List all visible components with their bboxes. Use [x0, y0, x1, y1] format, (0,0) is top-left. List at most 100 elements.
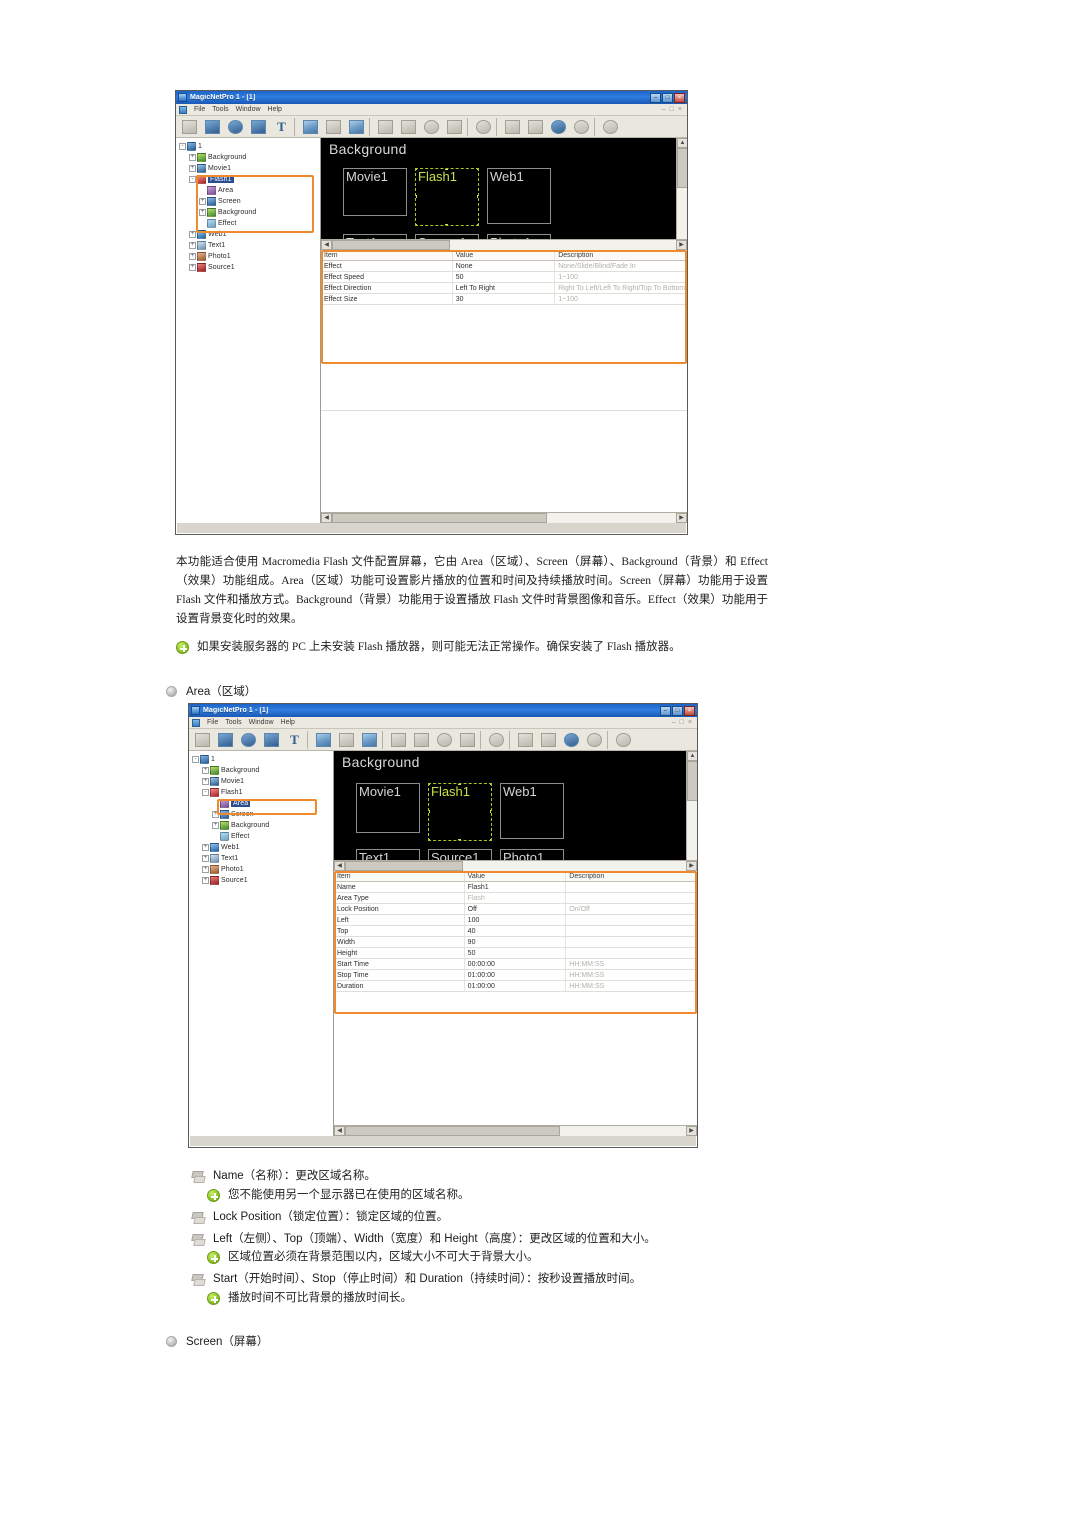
refresh-icon[interactable] [485, 730, 508, 750]
expand-icon[interactable]: + [189, 242, 196, 249]
property-row[interactable]: Lock Position Off On/Off [334, 904, 697, 915]
tree-item-background-6[interactable]: + Background [192, 820, 333, 831]
scroll-left-arrow[interactable]: ◀ [334, 861, 345, 871]
canvas-box-source1[interactable]: Source1 [415, 234, 479, 239]
scroll-left-arrow[interactable]: ◀ [321, 240, 332, 250]
property-value[interactable]: Off [465, 904, 567, 914]
menu-window[interactable]: Window [249, 719, 274, 726]
redo-icon[interactable] [570, 117, 593, 137]
canvas-horizontal-scrollbar[interactable]: ◀ ▶ [334, 860, 697, 871]
properties-horizontal-scrollbar[interactable]: ◀ ▶ [334, 1125, 697, 1136]
expand-icon[interactable]: + [189, 165, 196, 172]
mdi-minimize-button[interactable]: – [672, 719, 676, 726]
property-value[interactable]: 50 [453, 272, 556, 282]
close-button[interactable]: × [674, 92, 685, 103]
property-value[interactable]: 00:00:00 [465, 959, 567, 969]
layout-canvas-panel[interactable]: Background Movie1 Flash1 Web1 [334, 751, 697, 1136]
menu-file[interactable]: File [207, 719, 218, 726]
canvas-box-movie1[interactable]: Movie1 [343, 168, 407, 216]
expand-icon[interactable]: + [189, 253, 196, 260]
resize-handle[interactable] [429, 839, 430, 840]
canvas-box-photo1[interactable]: Photo1 [487, 234, 551, 239]
scroll-thumb[interactable] [687, 761, 697, 801]
scroll-up-arrow[interactable]: ▲ [677, 138, 687, 148]
property-value[interactable]: 100 [465, 915, 567, 925]
property-row[interactable]: Top 40 [334, 926, 697, 937]
schedule-remove-icon[interactable] [537, 730, 560, 750]
expand-icon[interactable]: + [202, 866, 209, 873]
photo-icon[interactable] [345, 117, 368, 137]
scroll-thumb[interactable] [345, 861, 463, 871]
mdi-minimize-button[interactable]: – [662, 106, 666, 113]
refresh-icon[interactable] [472, 117, 495, 137]
tree-item-background-6[interactable]: + Background [179, 207, 320, 218]
text-icon[interactable]: T [270, 117, 293, 137]
undo-icon[interactable] [547, 117, 570, 137]
monitor-icon[interactable] [201, 117, 224, 137]
close-button[interactable]: × [684, 705, 695, 716]
scroll-up-arrow[interactable]: ▲ [687, 751, 697, 761]
resize-handle[interactable] [429, 784, 430, 785]
canvas-vertical-scrollbar[interactable]: ▲ [686, 751, 697, 860]
scroll-track[interactable] [332, 513, 676, 523]
property-value[interactable]: 01:00:00 [465, 970, 567, 980]
photo-icon[interactable] [358, 730, 381, 750]
column-header[interactable]: Description [555, 250, 687, 260]
property-row[interactable]: Stop Time 01:00:00 HH:MM:SS [334, 970, 697, 981]
tree-item-source1-11[interactable]: + Source1 [179, 262, 320, 273]
property-row[interactable]: Name Flash1 [334, 882, 697, 893]
scroll-track[interactable] [332, 240, 676, 250]
property-value[interactable]: Flash1 [465, 882, 567, 892]
scroll-thumb[interactable] [332, 513, 547, 523]
menu-help[interactable]: Help [268, 106, 282, 113]
property-value[interactable]: Flash [465, 893, 567, 903]
info-icon[interactable] [599, 117, 622, 137]
tree-item-effect-7[interactable]: Effect [192, 831, 333, 842]
mdi-document-icon[interactable] [192, 718, 200, 727]
text-icon[interactable]: T [283, 730, 306, 750]
canvas-box-movie1[interactable]: Movie1 [356, 783, 420, 833]
tree-item-1-0[interactable]: -1 [179, 141, 320, 152]
expand-icon[interactable]: + [202, 767, 209, 774]
tree-item-text1-9[interactable]: + Text1 [179, 240, 320, 251]
toolbar[interactable]: T [176, 116, 687, 138]
tree-item-screen-5[interactable]: + Screen [192, 809, 333, 820]
expand-icon[interactable]: + [202, 844, 209, 851]
collapse-icon[interactable]: - [189, 176, 196, 183]
align-left-icon[interactable] [387, 730, 410, 750]
expand-icon[interactable]: + [189, 154, 196, 161]
image-icon[interactable] [312, 730, 335, 750]
resize-handle[interactable] [445, 224, 448, 225]
menu-tools[interactable]: Tools [212, 106, 228, 113]
menu-help[interactable]: Help [281, 719, 295, 726]
resize-handle[interactable] [416, 195, 417, 198]
property-row[interactable]: Start Time 00:00:00 HH:MM:SS [334, 959, 697, 970]
scroll-track[interactable] [345, 1126, 686, 1136]
resize-handle[interactable] [458, 784, 461, 785]
zoom-icon[interactable] [433, 730, 456, 750]
object-tree[interactable]: -1 + Background + Movie1- Flash1 Area + Screen + B… [176, 138, 320, 273]
collapse-icon[interactable]: - [202, 789, 209, 796]
canvas-box-web1[interactable]: Web1 [487, 168, 551, 224]
scroll-thumb[interactable] [332, 240, 450, 250]
object-tree-panel[interactable]: -1 + Background + Movie1- Flash1 Area + Screen + B… [176, 138, 321, 523]
align-right-icon[interactable] [397, 117, 420, 137]
scroll-left-arrow[interactable]: ◀ [334, 1126, 345, 1136]
property-value[interactable]: 90 [465, 937, 567, 947]
property-row[interactable]: Effect Direction Left To Right Right To Le… [321, 283, 687, 294]
mdi-restore-button[interactable]: □ [680, 719, 684, 726]
canvas-box-text1[interactable]: Text1 [343, 234, 407, 239]
magicnetpro-window-2[interactable]: MagicNetPro 1 - [1] – □ × File Tools Win… [188, 703, 698, 1148]
resize-handle[interactable] [416, 169, 417, 170]
tree-item-text1-9[interactable]: + Text1 [192, 853, 333, 864]
image-icon[interactable] [299, 117, 322, 137]
canvas-vertical-scrollbar[interactable]: ▲ [676, 138, 687, 239]
globe-icon[interactable] [224, 117, 247, 137]
layout-canvas-panel[interactable]: Background Movie1 Flash1 Web1 [321, 138, 687, 523]
expand-icon[interactable]: + [199, 198, 206, 205]
expand-icon[interactable]: + [189, 264, 196, 271]
menubar[interactable]: File Tools Window Help – □ × [189, 717, 697, 729]
property-value[interactable]: 01:00:00 [465, 981, 567, 991]
resize-handle[interactable] [429, 810, 430, 813]
canvas-box-source1[interactable]: Source1 [428, 849, 492, 860]
